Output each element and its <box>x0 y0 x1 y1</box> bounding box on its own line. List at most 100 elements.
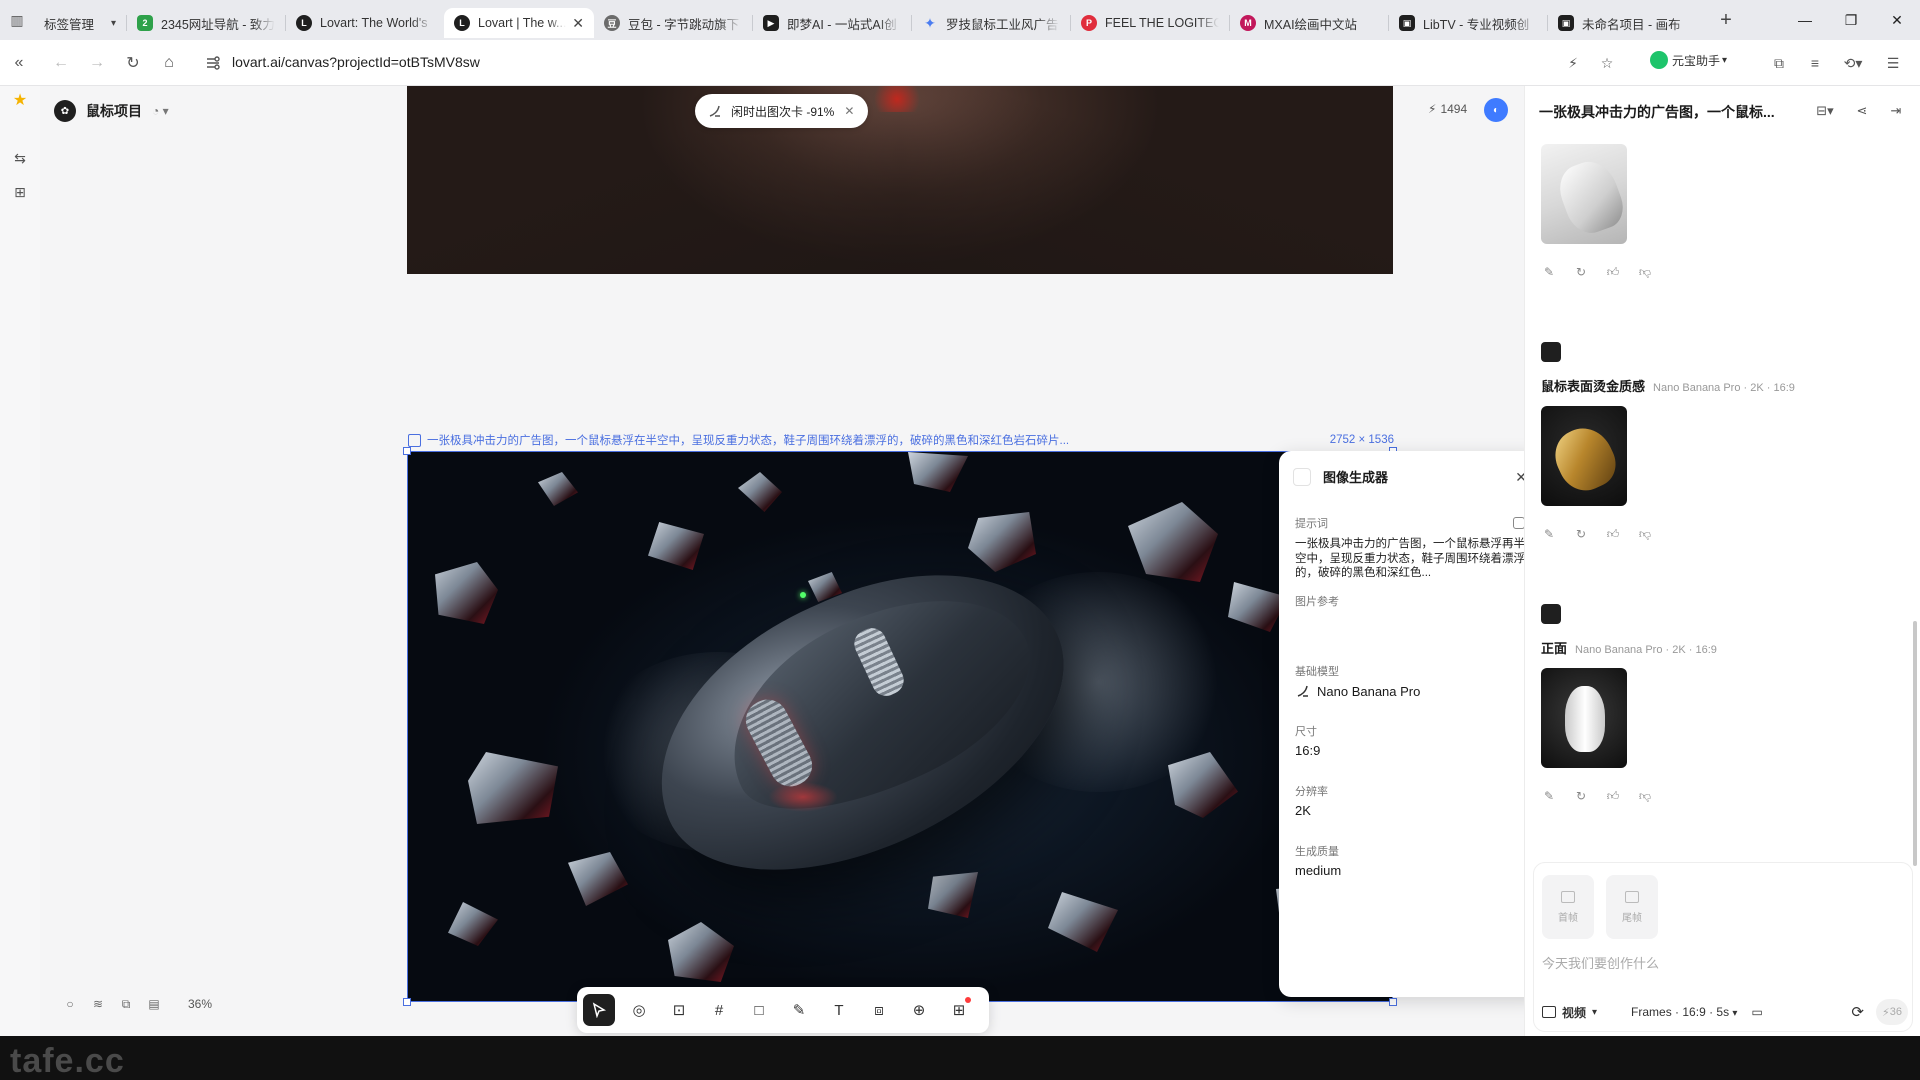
minimize-icon[interactable]: — <box>1782 0 1828 40</box>
text-tool-icon[interactable]: T <box>823 994 855 1026</box>
tab-untitled-project[interactable]: ▣ 未命名项目 - 画布 <box>1548 8 1706 38</box>
home-icon[interactable]: ⌂ <box>158 52 180 74</box>
tab-gemini[interactable]: ✦ 罗技鼠标工业风广告 <box>912 8 1070 38</box>
edit-icon[interactable]: ✎ <box>1541 788 1557 804</box>
tab-jimeng[interactable]: ▶ 即梦AI - 一站式AI创 <box>753 8 911 38</box>
pen-tool-icon[interactable]: ✎ <box>783 994 815 1026</box>
quality-value[interactable]: medium <box>1295 863 1341 878</box>
promo-pill[interactable]: 闲时出图次卡 -91% ✕ <box>695 94 869 128</box>
tab-doubao[interactable]: 豆 豆包 - 字节跳动旗下 <box>594 8 752 38</box>
thumbs-down-icon[interactable]: 👎︎ <box>1637 526 1653 542</box>
prompt-text[interactable]: 一张极具冲击力的广告图，一个鼠标悬浮再半空中，呈现反重力状态，鞋子周围环绕着漂浮… <box>1295 537 1524 581</box>
collapse-sidebar-icon[interactable]: « <box>8 52 30 74</box>
menu-icon[interactable]: ☰ <box>1882 52 1904 74</box>
close-icon[interactable]: ✕ <box>1515 469 1524 486</box>
edit-icon[interactable]: ✎ <box>1541 526 1557 542</box>
video-generator-icon[interactable]: ⊕ <box>903 994 935 1026</box>
message-title: 正面 <box>1541 641 1568 656</box>
tab-pinterest[interactable]: P FEEL THE LOGITECH <box>1071 8 1229 38</box>
select-tool-icon[interactable] <box>583 994 615 1026</box>
rectangle-tool-icon[interactable]: □ <box>743 994 775 1026</box>
window-close-icon[interactable]: ✕ <box>1874 0 1920 40</box>
size-value[interactable]: 16:9 <box>1295 743 1320 758</box>
bolt-icon[interactable]: ⚡ <box>1562 52 1584 74</box>
pin-tool-icon[interactable]: ◎ <box>623 994 655 1026</box>
chat-scrollbar[interactable] <box>1913 621 1917 866</box>
selection-frame[interactable] <box>407 451 1393 1002</box>
tab-bookmark-manager[interactable]: 标签管理 ▾ <box>34 8 126 38</box>
tab-mxai[interactable]: M MXAI绘画中文站 <box>1230 8 1388 38</box>
send-button[interactable]: ⚡ 36 <box>1876 999 1908 1025</box>
taskbar-strip: tafe.cc <box>0 1036 1920 1080</box>
canvas-image-top[interactable] <box>407 86 1393 274</box>
credits-counter[interactable]: ⚡ 1494 <box>1428 102 1467 116</box>
resize-handle-br[interactable] <box>1389 998 1397 1006</box>
resize-handle-bl[interactable] <box>403 998 411 1006</box>
result-thumbnail[interactable] <box>1541 144 1627 244</box>
tab-libtv[interactable]: ▣ LibTV - 专业视频创 <box>1389 8 1547 38</box>
layers-icon[interactable]: ≋ <box>90 996 106 1012</box>
promo-close-icon[interactable]: ✕ <box>844 104 854 118</box>
model-selector[interactable]: Nano Banana Pro <box>1295 683 1420 699</box>
yuanbao-assistant-button[interactable]: 元宝助手 ▾ <box>1650 51 1727 69</box>
extensions-icon[interactable]: ⧉ <box>1768 52 1790 74</box>
back-icon[interactable]: ← <box>50 52 72 74</box>
mode-selector[interactable]: 视频 ▾ <box>1542 1004 1597 1021</box>
new-tab-button[interactable]: + <box>1706 0 1746 40</box>
restore-icon[interactable]: ❐ <box>1828 0 1874 40</box>
thumbs-down-icon[interactable]: 👎︎ <box>1637 264 1653 280</box>
regenerate-icon[interactable]: ↻ <box>1573 264 1589 280</box>
assets-icon[interactable]: ⧉ <box>118 996 134 1012</box>
frames-settings[interactable]: Frames · 16:9 · 5s ▾ <box>1631 1005 1737 1019</box>
refresh-icon[interactable]: ⟳ <box>1851 1003 1864 1021</box>
circle-icon[interactable]: ○ <box>62 996 78 1012</box>
tab-lovart-world[interactable]: L Lovart: The World's <box>286 8 444 38</box>
thumbs-down-icon[interactable]: 👎︎ <box>1637 788 1653 804</box>
reading-list-icon[interactable]: ≡ <box>1804 52 1826 74</box>
result-thumbnail[interactable] <box>1541 668 1627 768</box>
regenerate-icon[interactable]: ↻ <box>1573 788 1589 804</box>
plus-frame-icon[interactable]: ⊞ <box>943 994 975 1026</box>
tab-close-icon[interactable]: ✕ <box>572 15 584 32</box>
thumbs-up-icon[interactable]: 👍︎ <box>1605 526 1621 542</box>
canvas-area[interactable]: ✿ 鼠标项目 ◔ ▾ 闲时出图次卡 -91% ✕ ⚡ 1494 ◐ 一张极具冲击… <box>40 86 1524 1036</box>
zoom-level[interactable]: 36% <box>188 997 212 1011</box>
tab-sidebar-icon[interactable]: ▥ <box>0 0 34 40</box>
regenerate-icon[interactable]: ↻ <box>1573 526 1589 542</box>
edit-icon[interactable]: ✎ <box>1541 264 1557 280</box>
filter-icon[interactable]: ⇆ <box>10 148 30 168</box>
user-avatar[interactable]: ◐ <box>1484 98 1508 122</box>
last-frame-slot[interactable]: 尾帧 <box>1606 875 1658 939</box>
resolution-value[interactable]: 2K <box>1295 803 1311 818</box>
chat-title[interactable]: 一张极具冲击力的广告图，一个鼠标... <box>1539 102 1789 122</box>
lovart-logo-icon[interactable]: ✿ <box>54 100 76 122</box>
save-dropdown-icon[interactable]: ⊟▾ <box>1811 102 1839 120</box>
tab-2345[interactable]: 2 2345网址导航 - 致力 <box>127 8 285 38</box>
add-square-icon[interactable]: ⊞ <box>10 182 30 202</box>
collapse-panel-icon[interactable]: ⇥ <box>1887 102 1905 120</box>
address-bar-url[interactable]: lovart.ai/canvas?projectId=otBTsMV8sw <box>232 54 480 70</box>
left-rail: ★ ⇆ ⊞ <box>0 86 40 1036</box>
camera-icon[interactable]: ▭ <box>1751 1005 1762 1019</box>
reload-icon[interactable]: ↻ <box>122 52 144 74</box>
result-thumbnail[interactable] <box>1541 406 1627 506</box>
chat-input[interactable]: 今天我们要创作什么 <box>1542 953 1659 972</box>
project-name[interactable]: 鼠标项目 <box>86 101 142 121</box>
favorite-star-icon[interactable]: ★ <box>10 90 30 110</box>
share-icon[interactable]: ⋖ <box>1853 102 1871 120</box>
site-settings-icon[interactable] <box>204 54 222 72</box>
image-upload-icon[interactable]: ⊡ <box>663 994 695 1026</box>
copy-icon[interactable] <box>1513 517 1524 529</box>
forward-icon[interactable]: → <box>86 52 108 74</box>
frame-tool-icon[interactable]: # <box>703 994 735 1026</box>
tab-lovart-active[interactable]: L Lovart | The w... ✕ <box>444 8 594 38</box>
bookmark-star-icon[interactable]: ☆ <box>1596 52 1618 74</box>
resize-handle-tl[interactable] <box>403 447 411 455</box>
thumbs-up-icon[interactable]: 👍︎ <box>1605 788 1621 804</box>
thumbs-up-icon[interactable]: 👍︎ <box>1605 264 1621 280</box>
image-generator-icon[interactable]: ⧈ <box>863 994 895 1026</box>
share-members-icon[interactable]: ◔ ▾ <box>152 104 169 118</box>
history-icon[interactable]: ⟲▾ <box>1838 52 1868 74</box>
history-icon[interactable]: ▤ <box>146 996 162 1012</box>
first-frame-slot[interactable]: 首帧 <box>1542 875 1594 939</box>
